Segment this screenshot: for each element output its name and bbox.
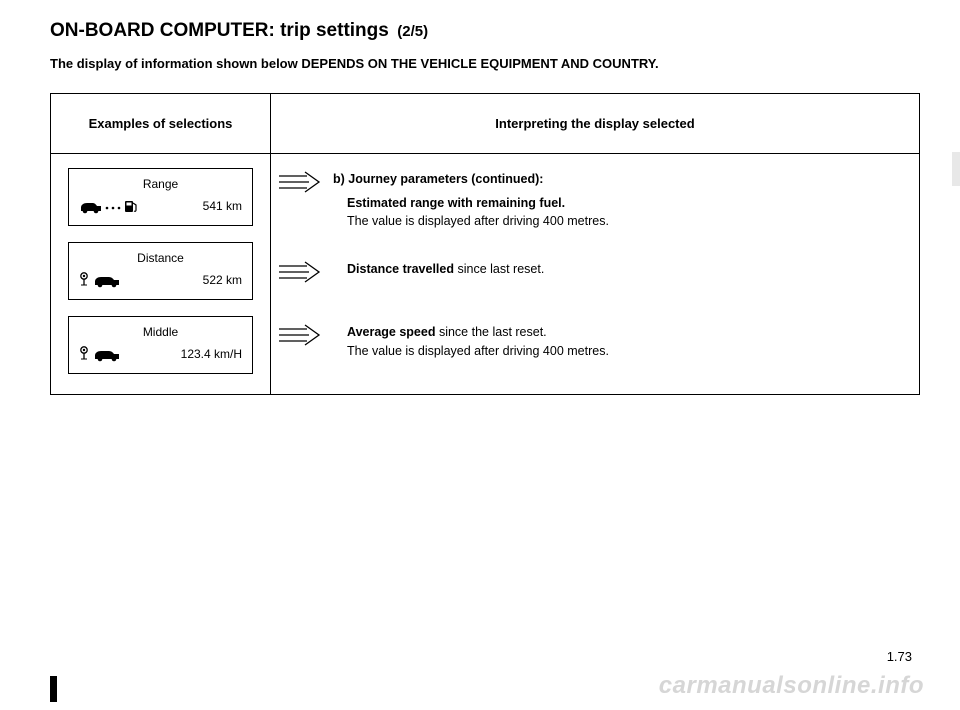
item-inline: since last reset. bbox=[454, 262, 544, 276]
examples-cell: Range 541 km bbox=[51, 154, 271, 395]
car-fuel-icon bbox=[79, 197, 143, 215]
settings-table: Examples of selections Interpreting the … bbox=[50, 93, 920, 395]
interpret-item: b) Journey parameters (continued): Estim… bbox=[275, 170, 907, 230]
title-sub: (2/5) bbox=[397, 23, 428, 40]
table-body-row: Range 541 km bbox=[51, 154, 920, 395]
display-label: Middle bbox=[69, 317, 252, 343]
item-bold: Distance travelled bbox=[347, 262, 454, 276]
display-value: 123.4 km/H bbox=[181, 347, 242, 361]
item-inline: since the last reset. bbox=[435, 325, 546, 339]
display-label: Range bbox=[69, 169, 252, 195]
arrow-icon bbox=[275, 260, 327, 289]
display-label: Distance bbox=[69, 243, 252, 269]
arrow-icon bbox=[275, 323, 327, 352]
footer-black-mark bbox=[50, 676, 57, 702]
pin-car-icon bbox=[79, 345, 131, 363]
arrow-icon bbox=[275, 170, 327, 199]
interpreting-cell: b) Journey parameters (continued): Estim… bbox=[271, 154, 920, 395]
display-value: 541 km bbox=[203, 199, 242, 213]
item-plain2: The value is displayed after driving 400… bbox=[347, 344, 609, 358]
title-main: ON-BOARD COMPUTER: trip settings bbox=[50, 20, 389, 41]
item-bold: Average speed bbox=[347, 325, 435, 339]
pin-car-icon bbox=[79, 271, 131, 289]
watermark: carmanualsonline.info bbox=[659, 672, 924, 700]
header-interpreting: Interpreting the display selected bbox=[271, 94, 920, 154]
display-value: 522 km bbox=[203, 273, 242, 287]
page-title: ON-BOARD COMPUTER: trip settings (2/5) bbox=[50, 20, 920, 42]
item-text: Distance travelled since last reset. bbox=[327, 260, 544, 278]
header-examples: Examples of selections bbox=[51, 94, 271, 154]
display-box-range: Range 541 km bbox=[68, 168, 253, 226]
table-header-row: Examples of selections Interpreting the … bbox=[51, 94, 920, 154]
item-plain: The value is displayed after driving 400… bbox=[347, 214, 609, 228]
manual-page: ON-BOARD COMPUTER: trip settings (2/5) T… bbox=[0, 0, 960, 710]
item-header: b) Journey parameters (continued): bbox=[333, 170, 609, 188]
display-box-distance: Distance 522 km bbox=[68, 242, 253, 300]
interpret-item: Distance travelled since last reset. bbox=[275, 260, 907, 289]
display-box-middle: Middle 123.4 km/H bbox=[68, 316, 253, 374]
interpret-item: Average speed since the last reset. The … bbox=[275, 323, 907, 359]
equipment-note: The display of information shown below D… bbox=[50, 56, 920, 71]
side-tab-marker bbox=[952, 152, 960, 186]
page-number: 1.73 bbox=[887, 649, 912, 664]
item-bold: Estimated range with remaining fuel. bbox=[347, 196, 565, 210]
item-text: Average speed since the last reset. The … bbox=[327, 323, 609, 359]
item-text: b) Journey parameters (continued): Estim… bbox=[327, 170, 609, 230]
